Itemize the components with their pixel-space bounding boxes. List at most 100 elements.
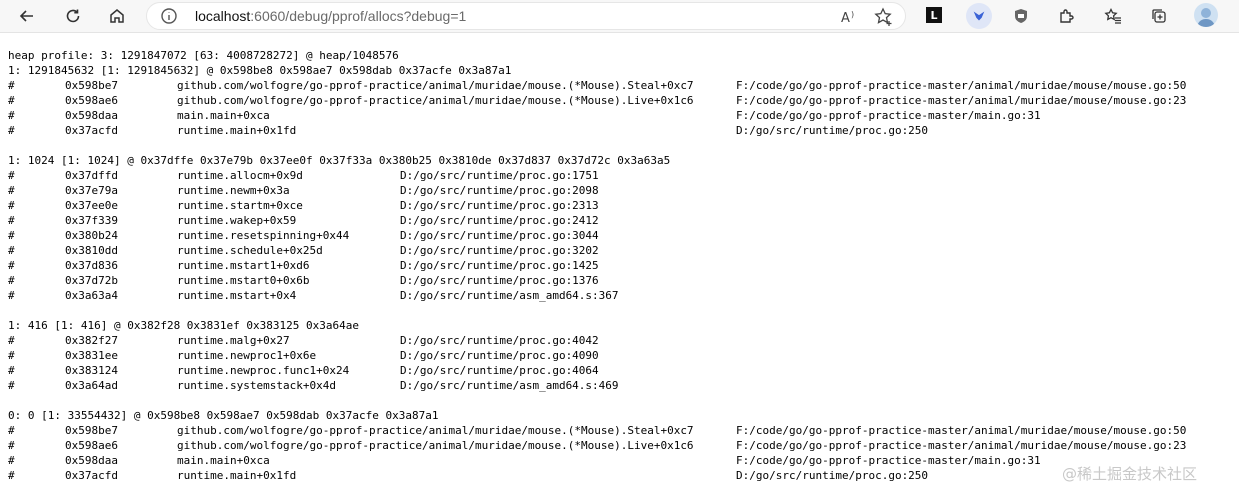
frame-function: github.com/wolfogre/go-pprof-practice/an…: [177, 424, 694, 437]
stack-frame: #0x3a63a4 runtime.mstart+0x4 D:/go/src/run…: [8, 288, 670, 303]
frame-address: 0x598be7: [65, 424, 118, 437]
frame-hash: #: [8, 289, 15, 302]
stack-frame: #0x383124 runtime.newproc.func1+0x24 D:/go…: [8, 363, 670, 378]
frame-address: 0x598be7: [65, 79, 118, 92]
extensions-button[interactable]: [1053, 3, 1079, 29]
shield-icon: [1015, 9, 1027, 23]
frame-hash: #: [8, 199, 15, 212]
url-text[interactable]: localhost:6060/debug/pprof/allocs?debug=…: [195, 8, 466, 24]
frame-address: 0x382f27: [65, 334, 118, 347]
arrow-left-icon: [19, 10, 33, 22]
frame-address: 0x37d72b: [65, 274, 118, 287]
extension-l-icon[interactable]: L: [926, 7, 942, 23]
frame-file: D:/go/src/runtime/proc.go:4042: [400, 334, 599, 347]
stack-frame: #0x3831ee runtime.newproc1+0x6e D:/go/src/…: [8, 348, 670, 363]
frame-function: runtime.startm+0xce: [177, 199, 303, 212]
frame-hash: #: [8, 214, 15, 227]
frame-file: D:/go/src/runtime/proc.go:2098: [400, 184, 599, 197]
frame-file: D:/go/src/runtime/proc.go:4064: [400, 364, 599, 377]
refresh-button[interactable]: [60, 3, 86, 29]
stack-frame: #0x598daa main.main+0xca F:/code/go/go-ppr…: [8, 108, 1041, 123]
stack-frame: #0x37d836 runtime.mstart1+0xd6 D:/go/src/r…: [8, 258, 670, 273]
frame-address: 0x37acfd: [65, 469, 118, 482]
stack-frame: #0x37acfd runtime.main+0x1fd D:/go/src/run…: [8, 468, 928, 483]
frame-function: main.main+0xca: [177, 454, 270, 467]
frame-file: F:/code/go/go-pprof-practice-master/anim…: [736, 94, 1187, 107]
frame-hash: #: [8, 259, 15, 272]
frame-file: D:/go/src/runtime/proc.go:250: [736, 469, 929, 482]
frame-function: runtime.systemstack+0x4d: [177, 379, 336, 392]
frame-address: 0x598ae6: [65, 94, 118, 107]
frame-hash: #: [8, 334, 15, 347]
frame-function: runtime.mstart1+0xd6: [177, 259, 310, 272]
stack-frame: #0x3810dd runtime.schedule+0x25d D:/go/src…: [8, 243, 670, 258]
puzzle-icon: [1060, 9, 1074, 23]
frame-hash: #: [8, 379, 15, 392]
url-path: :6060/debug/pprof/allocs?debug=1: [250, 8, 467, 24]
refresh-icon: [66, 9, 80, 23]
avatar-icon: [1197, 8, 1215, 27]
frame-file: F:/code/go/go-pprof-practice-master/anim…: [736, 439, 1187, 452]
record-separator: [8, 303, 670, 318]
frame-hash: #: [8, 244, 15, 257]
frame-hash: #: [8, 439, 15, 452]
frame-file: D:/go/src/runtime/proc.go:3202: [400, 244, 599, 257]
frame-function: runtime.mstart+0x4: [177, 289, 297, 302]
frame-address: 0x37acfd: [65, 124, 118, 137]
read-aloud-icon[interactable]: A): [839, 6, 861, 28]
frame-function: runtime.resetspinning+0x44: [177, 229, 350, 242]
frame-file: D:/go/src/runtime/proc.go:1425: [400, 259, 599, 272]
stack-frame: #0x598ae6 github.com/wolfogre/go-pprof-pr…: [8, 93, 1186, 108]
address-bar[interactable]: localhost:6060/debug/pprof/allocs?debug=…: [146, 2, 906, 30]
favorites-button[interactable]: [1100, 3, 1126, 29]
stack-frame: #0x382f27 runtime.malg+0x27 D:/go/src/runt…: [8, 333, 670, 348]
stack-frame: #0x598be7 github.com/wolfogre/go-pprof-pr…: [8, 78, 1186, 93]
stack-frame: #0x37d72b runtime.mstart0+0x6b D:/go/src/r…: [8, 273, 670, 288]
frame-file: D:/go/src/runtime/asm_amd64.s:367: [400, 289, 619, 302]
frame-file: D:/go/src/runtime/proc.go:2412: [400, 214, 599, 227]
stack-frame: #0x380b24 runtime.resetspinning+0x44 D:/go…: [8, 228, 670, 243]
shield-extension-button[interactable]: [1008, 3, 1034, 29]
frame-hash: #: [8, 349, 15, 362]
watermark-text: @稀土掘金技术社区: [1062, 465, 1198, 483]
add-favorite-icon[interactable]: [873, 6, 895, 28]
frame-address: 0x380b24: [65, 229, 118, 242]
record-separator: [8, 138, 670, 153]
frame-hash: #: [8, 274, 15, 287]
home-icon: [110, 9, 124, 23]
bird-extension-icon: [973, 11, 985, 21]
info-icon[interactable]: [160, 7, 178, 25]
record-separator: [8, 393, 670, 408]
frame-hash: #: [8, 229, 15, 242]
frame-function: runtime.malg+0x27: [177, 334, 290, 347]
collections-button[interactable]: [1146, 3, 1172, 29]
pprof-profile-text: heap profile: 3: 1291847072 [63: 4008728…: [8, 48, 1186, 483]
extension-active-button[interactable]: [966, 3, 992, 29]
frame-address: 0x37d836: [65, 259, 118, 272]
profile-avatar[interactable]: [1194, 3, 1218, 27]
frame-file: D:/go/src/runtime/proc.go:250: [736, 124, 929, 137]
home-button[interactable]: [104, 3, 130, 29]
frame-file: D:/go/src/runtime/proc.go:1751: [400, 169, 599, 182]
frame-function: github.com/wolfogre/go-pprof-practice/an…: [177, 79, 694, 92]
frame-file: F:/code/go/go-pprof-practice-master/anim…: [736, 79, 1187, 92]
frame-hash: #: [8, 94, 15, 107]
stack-frame: #0x37e79a runtime.newm+0x3a D:/go/src/runt…: [8, 183, 670, 198]
frame-function: main.main+0xca: [177, 109, 270, 122]
record-summary: 1: 416 [1: 416] @ 0x382f28 0x3831ef 0x38…: [8, 319, 359, 332]
frame-hash: #: [8, 109, 15, 122]
frame-address: 0x37dffd: [65, 169, 118, 182]
frame-function: runtime.wakep+0x59: [177, 214, 297, 227]
frame-hash: #: [8, 169, 15, 182]
frame-hash: #: [8, 124, 15, 137]
frame-address: 0x598daa: [65, 454, 118, 467]
frame-file: F:/code/go/go-pprof-practice-master/main…: [736, 109, 1041, 122]
svg-text:): ): [851, 10, 854, 19]
frame-function: github.com/wolfogre/go-pprof-practice/an…: [177, 439, 694, 452]
frame-function: runtime.schedule+0x25d: [177, 244, 323, 257]
back-button[interactable]: [14, 3, 40, 29]
frame-hash: #: [8, 454, 15, 467]
frame-function: runtime.newproc1+0x6e: [177, 349, 317, 362]
frame-function: runtime.main+0x1fd: [177, 124, 297, 137]
record-summary: 0: 0 [1: 33554432] @ 0x598be8 0x598ae7 0…: [8, 409, 439, 422]
